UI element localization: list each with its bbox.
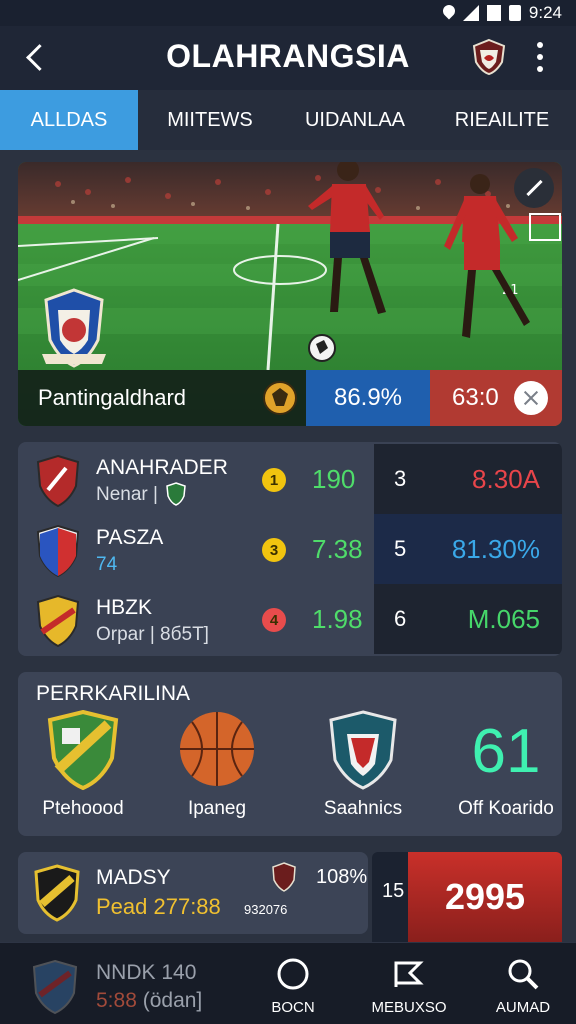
signal-icon (462, 5, 479, 21)
section-title: PERRKARILINA (36, 682, 191, 705)
match-card[interactable]: MADSY Pead 277:88 108% 932076 (18, 852, 368, 934)
tab-uidanlaa[interactable]: UIDANLAA (282, 90, 428, 150)
green-shield-icon (47, 710, 119, 791)
stat-cell: 5 81.30% (374, 514, 562, 584)
rank-badge: 3 (262, 538, 286, 562)
location-icon (443, 5, 455, 21)
featured-item[interactable]: Saahnics (298, 708, 428, 828)
app-header: OLAHRANGSIA (0, 26, 576, 90)
shield-logo-icon (36, 454, 80, 508)
tab-alldas[interactable]: ALLDAS (0, 90, 138, 150)
ball-badge-icon (263, 381, 297, 415)
team-crest-icon (42, 288, 106, 368)
table-row[interactable]: HBZK Orpar | 8б5T] 4 1.98 6 M.065 (18, 584, 562, 654)
shield-logo-icon (36, 524, 80, 578)
standings-card: ANAHRADER Nenar | 1 190 3 8.30A PASZA 74… (18, 442, 562, 656)
featured-match-card[interactable]: 21 Pantingaldhard 86.9% 63:0 (18, 162, 562, 426)
mini-crest-icon (166, 482, 186, 506)
basketball-icon (180, 712, 254, 786)
tab-rieailite[interactable]: RIEAILITE (428, 90, 576, 150)
red-crest-icon (329, 710, 397, 790)
hero-percentage: 86.9% (306, 370, 430, 426)
odd-value: 190 (312, 464, 356, 494)
stat-label: Off Koarido (458, 798, 554, 819)
search-icon (508, 959, 539, 990)
featured-item[interactable]: Ptehoood (18, 708, 148, 828)
flag-icon (394, 961, 424, 987)
nav-promo[interactable]: NNDK 140 5:88 (ödan] (28, 955, 248, 1017)
odd-value: 7.38 (312, 534, 363, 564)
rank-badge: 4 (262, 608, 286, 632)
shield-logo-icon (32, 959, 78, 1015)
stat-cell: 6 M.065 (374, 584, 562, 654)
nav-item-aumad[interactable]: AUMAD (478, 953, 568, 1019)
table-row[interactable]: PASZA 74 3 7.38 5 81.30% (18, 514, 562, 584)
edit-button[interactable] (514, 168, 554, 208)
wifi-icon (486, 5, 501, 21)
odd-value: 1.98 (312, 604, 363, 634)
shield-logo-icon (36, 594, 80, 648)
club-crest-icon[interactable] (470, 38, 508, 76)
stat-cell: 3 8.30A (374, 444, 562, 514)
striped-shield-icon (34, 864, 80, 922)
rank-badge: 1 (262, 468, 286, 492)
circle-icon (277, 958, 309, 990)
tab-miitews[interactable]: MIITEWS (138, 90, 282, 150)
status-time: 9:24 (528, 3, 562, 22)
more-menu-button[interactable] (530, 40, 550, 76)
battery-icon (508, 5, 521, 21)
stat-value: 61 (471, 717, 541, 786)
nav-item-mebuxso[interactable]: MEBUXSO (364, 953, 454, 1019)
mini-crest-icon (272, 862, 296, 892)
featured-section: PERRKARILINA Ptehoood Ipaneg Saahnics 61… (18, 672, 562, 836)
bottom-nav: NNDK 140 5:88 (ödan] BOCN MEBUXSO AUMAD (0, 942, 576, 1024)
hero-team-name: Pantingaldhard (18, 370, 306, 426)
tab-bar: ALLDAS MIITEWS UIDANLAA RIEAILITE (0, 90, 576, 150)
nav-item-bocn[interactable]: BOCN (248, 953, 338, 1019)
featured-stat[interactable]: 61 Off Koarido (436, 708, 576, 828)
score-value: 2995 (408, 852, 562, 942)
featured-item[interactable]: Ipaneg (152, 708, 282, 828)
hero-score: 63:0 (430, 370, 562, 426)
score-panel[interactable]: 15 2995 (372, 852, 562, 942)
status-bar: 9:24 (0, 0, 576, 26)
table-row[interactable]: ANAHRADER Nenar | 1 190 3 8.30A (18, 444, 562, 514)
close-button[interactable] (514, 381, 548, 415)
hero-footer: Pantingaldhard 86.9% 63:0 (18, 370, 562, 426)
